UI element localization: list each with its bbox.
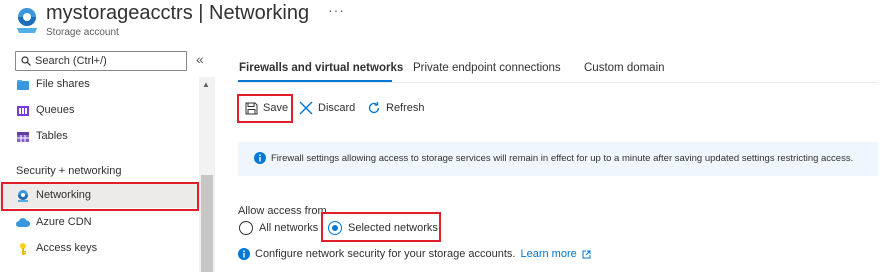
tables-icon [16, 130, 30, 144]
tabs-divider [238, 82, 878, 83]
radio-all-networks[interactable]: All networks [239, 220, 318, 236]
cdn-icon [16, 216, 31, 230]
storage-account-icon [14, 6, 40, 34]
highlight-networking [1, 182, 199, 211]
sidebar-section-security-networking: Security + networking [16, 165, 122, 177]
radio-circle[interactable] [239, 221, 253, 235]
tab-private-endpoint-connections[interactable]: Private endpoint connections [413, 62, 561, 74]
resource-type: Storage account [46, 27, 119, 38]
search-input[interactable] [35, 53, 183, 69]
sidebar-item-label: Azure CDN [36, 216, 92, 228]
tab-firewalls-virtual-networks[interactable]: Firewalls and virtual networks [239, 62, 403, 74]
highlight-save [237, 94, 293, 123]
info-icon [238, 248, 250, 260]
discard-icon [299, 101, 313, 115]
sidebar-item-queues[interactable]: Queues [0, 99, 198, 123]
more-options-button[interactable]: ··· [328, 2, 345, 18]
scroll-up-arrow-icon[interactable]: ▲ [202, 80, 210, 89]
learn-more-link[interactable]: Learn more [520, 248, 576, 260]
scrollbar-thumb[interactable] [201, 175, 213, 272]
discard-label: Discard [318, 102, 356, 114]
sidebar-item-tables[interactable]: Tables [0, 125, 198, 149]
queues-icon [16, 104, 30, 118]
configure-network-security-note: Configure network security for your stor… [238, 247, 591, 261]
resource-name: mystorageacctrs [46, 2, 193, 24]
key-icon [16, 242, 30, 256]
info-message-text: Firewall settings allowing access to sto… [271, 153, 854, 164]
refresh-label: Refresh [386, 102, 425, 114]
search-icon [21, 56, 31, 66]
active-tab-indicator [238, 80, 392, 82]
sidebar-item-access-keys[interactable]: Access keys [0, 237, 198, 261]
sidebar-item-label: Access keys [36, 242, 98, 254]
refresh-button[interactable]: Refresh [367, 97, 425, 119]
radio-label: All networks [259, 222, 319, 234]
tab-custom-domain[interactable]: Custom domain [584, 62, 665, 74]
file-shares-icon [16, 78, 30, 92]
sidebar-scrollbar[interactable]: ▲ [199, 77, 215, 272]
page-title: mystorageacctrs | Networking [46, 2, 309, 25]
refresh-icon [368, 102, 380, 114]
sidebar-item-azure-cdn[interactable]: Azure CDN [0, 211, 198, 235]
allow-access-label: Allow access from [238, 205, 327, 217]
info-message-bar: Firewall settings allowing access to sto… [238, 142, 878, 176]
external-link-icon[interactable] [582, 250, 591, 259]
highlight-selected-networks [321, 212, 441, 242]
title-separator: | [198, 2, 204, 24]
sidebar-item-label: Queues [36, 104, 75, 116]
sidebar-search-box[interactable] [15, 51, 187, 71]
discard-button[interactable]: Discard [299, 97, 355, 119]
blade-name: Networking [209, 2, 310, 24]
sidebar-item-label: File shares [36, 78, 90, 90]
sidebar-item-file-shares[interactable]: File shares [0, 73, 198, 97]
info-icon [254, 152, 266, 164]
configure-text: Configure network security for your stor… [255, 248, 516, 260]
sidebar-item-label: Tables [36, 130, 68, 142]
collapse-sidebar-button[interactable]: « [196, 51, 204, 67]
